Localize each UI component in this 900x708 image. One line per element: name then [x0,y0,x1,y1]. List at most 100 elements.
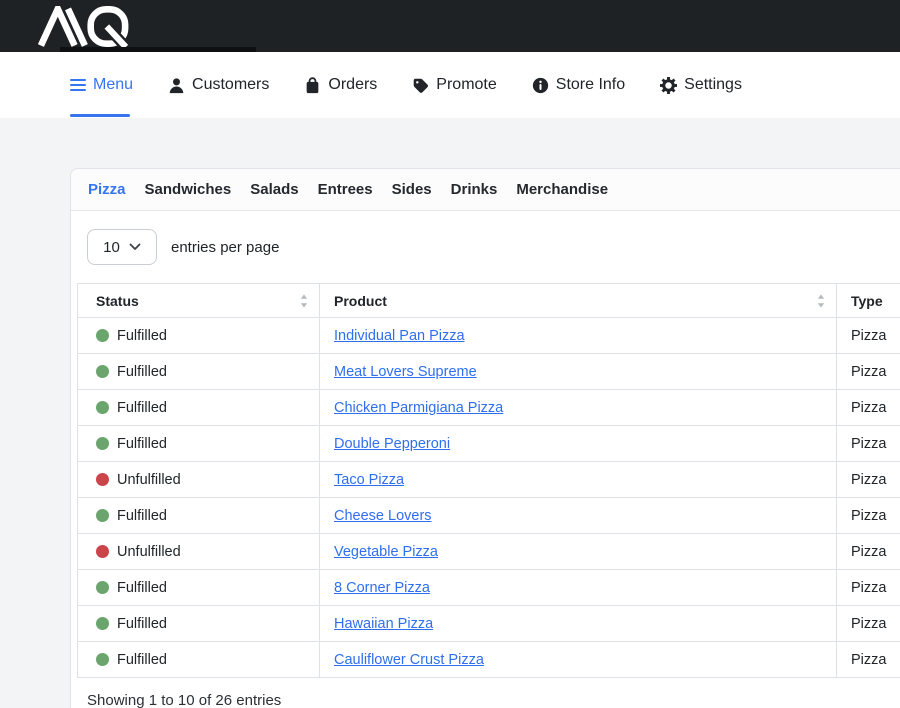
nav-item-promote[interactable]: Promote [412,76,496,94]
entries-per-page-select[interactable]: 10 [87,229,157,265]
tab-drinks[interactable]: Drinks [451,181,498,198]
table-row: Fulfilled Hawaiian Pizza Pizza [78,606,900,642]
product-cell: Chicken Parmigiana Pizza [320,390,837,426]
table-row: Fulfilled Meat Lovers Supreme Pizza [78,354,900,390]
type-cell: Pizza [837,498,900,534]
status-dot-icon [96,401,109,414]
status-dot-icon [96,617,109,630]
nav-label: Settings [684,76,742,94]
product-link[interactable]: Hawaiian Pizza [334,616,433,632]
type-cell: Pizza [837,606,900,642]
status-cell: Unfulfilled [78,534,320,570]
status-dot-icon [96,509,109,522]
product-cell: 8 Corner Pizza [320,570,837,606]
product-link[interactable]: Cauliflower Crust Pizza [334,652,484,668]
column-header-product[interactable]: Product [320,284,837,318]
product-link[interactable]: Taco Pizza [334,472,404,488]
tab-sandwiches[interactable]: Sandwiches [145,181,232,198]
product-cell: Hawaiian Pizza [320,606,837,642]
tab-sides[interactable]: Sides [392,181,432,198]
shopping-bag-icon [304,77,321,94]
status-label: Fulfilled [117,364,167,380]
column-label: Product [334,293,387,309]
type-cell: Pizza [837,642,900,678]
nav-item-orders[interactable]: Orders [304,76,377,94]
status-label: Fulfilled [117,580,167,596]
column-label: Type [851,293,883,309]
column-label: Status [96,293,139,309]
tab-salads[interactable]: Salads [250,181,298,198]
menu-card: Pizza Sandwiches Salads Entrees Sides Dr… [70,168,900,708]
table-row: Fulfilled Individual Pan Pizza Pizza [78,318,900,354]
topbar [0,0,900,52]
status-cell: Fulfilled [78,570,320,606]
type-cell: Pizza [837,354,900,390]
type-cell: Pizza [837,318,900,354]
active-nav-underline [70,114,130,117]
column-header-type[interactable]: Type [837,284,900,318]
product-link[interactable]: Meat Lovers Supreme [334,364,477,380]
status-cell: Fulfilled [78,318,320,354]
category-tabs: Pizza Sandwiches Salads Entrees Sides Dr… [71,169,900,211]
table-row: Unfulfilled Vegetable Pizza Pizza [78,534,900,570]
chevron-down-icon [129,243,141,251]
status-dot-icon [96,329,109,342]
nav-label: Orders [328,76,377,94]
status-label: Unfulfilled [117,544,181,560]
entries-per-page-label: entries per page [171,239,279,256]
type-cell: Pizza [837,534,900,570]
product-link[interactable]: Chicken Parmigiana Pizza [334,400,503,416]
product-cell: Cheese Lovers [320,498,837,534]
status-cell: Fulfilled [78,390,320,426]
status-cell: Fulfilled [78,606,320,642]
status-dot-icon [96,653,109,666]
status-dot-icon [96,437,109,450]
status-label: Fulfilled [117,616,167,632]
nav-label: Store Info [556,76,625,94]
column-header-status[interactable]: Status [78,284,320,318]
brand-logo-icon[interactable] [38,6,129,47]
sort-icon [300,294,308,307]
product-link[interactable]: Cheese Lovers [334,508,432,524]
product-link[interactable]: Vegetable Pizza [334,544,438,560]
person-icon [168,77,185,94]
status-label: Fulfilled [117,400,167,416]
product-link[interactable]: 8 Corner Pizza [334,580,430,596]
product-link[interactable]: Double Pepperoni [334,436,450,452]
nav-label: Customers [192,76,269,94]
tab-entrees[interactable]: Entrees [318,181,373,198]
tab-pizza[interactable]: Pizza [88,181,126,198]
status-cell: Fulfilled [78,642,320,678]
hamburger-icon [70,78,86,92]
product-cell: Meat Lovers Supreme [320,354,837,390]
tab-merchandise[interactable]: Merchandise [516,181,608,198]
status-cell: Fulfilled [78,498,320,534]
sort-icon [817,294,825,307]
tag-icon [412,77,429,94]
product-cell: Vegetable Pizza [320,534,837,570]
table-row: Fulfilled 8 Corner Pizza Pizza [78,570,900,606]
type-cell: Pizza [837,426,900,462]
type-cell: Pizza [837,390,900,426]
entries-value: 10 [103,239,120,256]
main-navbar: Menu Customers Orders Promote [0,52,900,118]
table-row: Fulfilled Double Pepperoni Pizza [78,426,900,462]
status-cell: Fulfilled [78,354,320,390]
product-link[interactable]: Individual Pan Pizza [334,328,465,344]
table-summary: Showing 1 to 10 of 26 entries [87,692,900,708]
table-row: Unfulfilled Taco Pizza Pizza [78,462,900,498]
status-label: Fulfilled [117,328,167,344]
nav-item-customers[interactable]: Customers [168,76,269,94]
table-header-row: Status Product Type [78,284,900,318]
nav-item-settings[interactable]: Settings [660,76,742,94]
nav-item-store-info[interactable]: Store Info [532,76,625,94]
status-label: Fulfilled [117,652,167,668]
nav-item-menu[interactable]: Menu [70,76,133,94]
status-label: Fulfilled [117,436,167,452]
type-cell: Pizza [837,570,900,606]
table-row: Fulfilled Cheese Lovers Pizza [78,498,900,534]
table-row: Fulfilled Cauliflower Crust Pizza Pizza [78,642,900,678]
type-cell: Pizza [837,462,900,498]
products-table: Status Product Type [77,283,900,678]
nav-label: Menu [93,76,133,94]
